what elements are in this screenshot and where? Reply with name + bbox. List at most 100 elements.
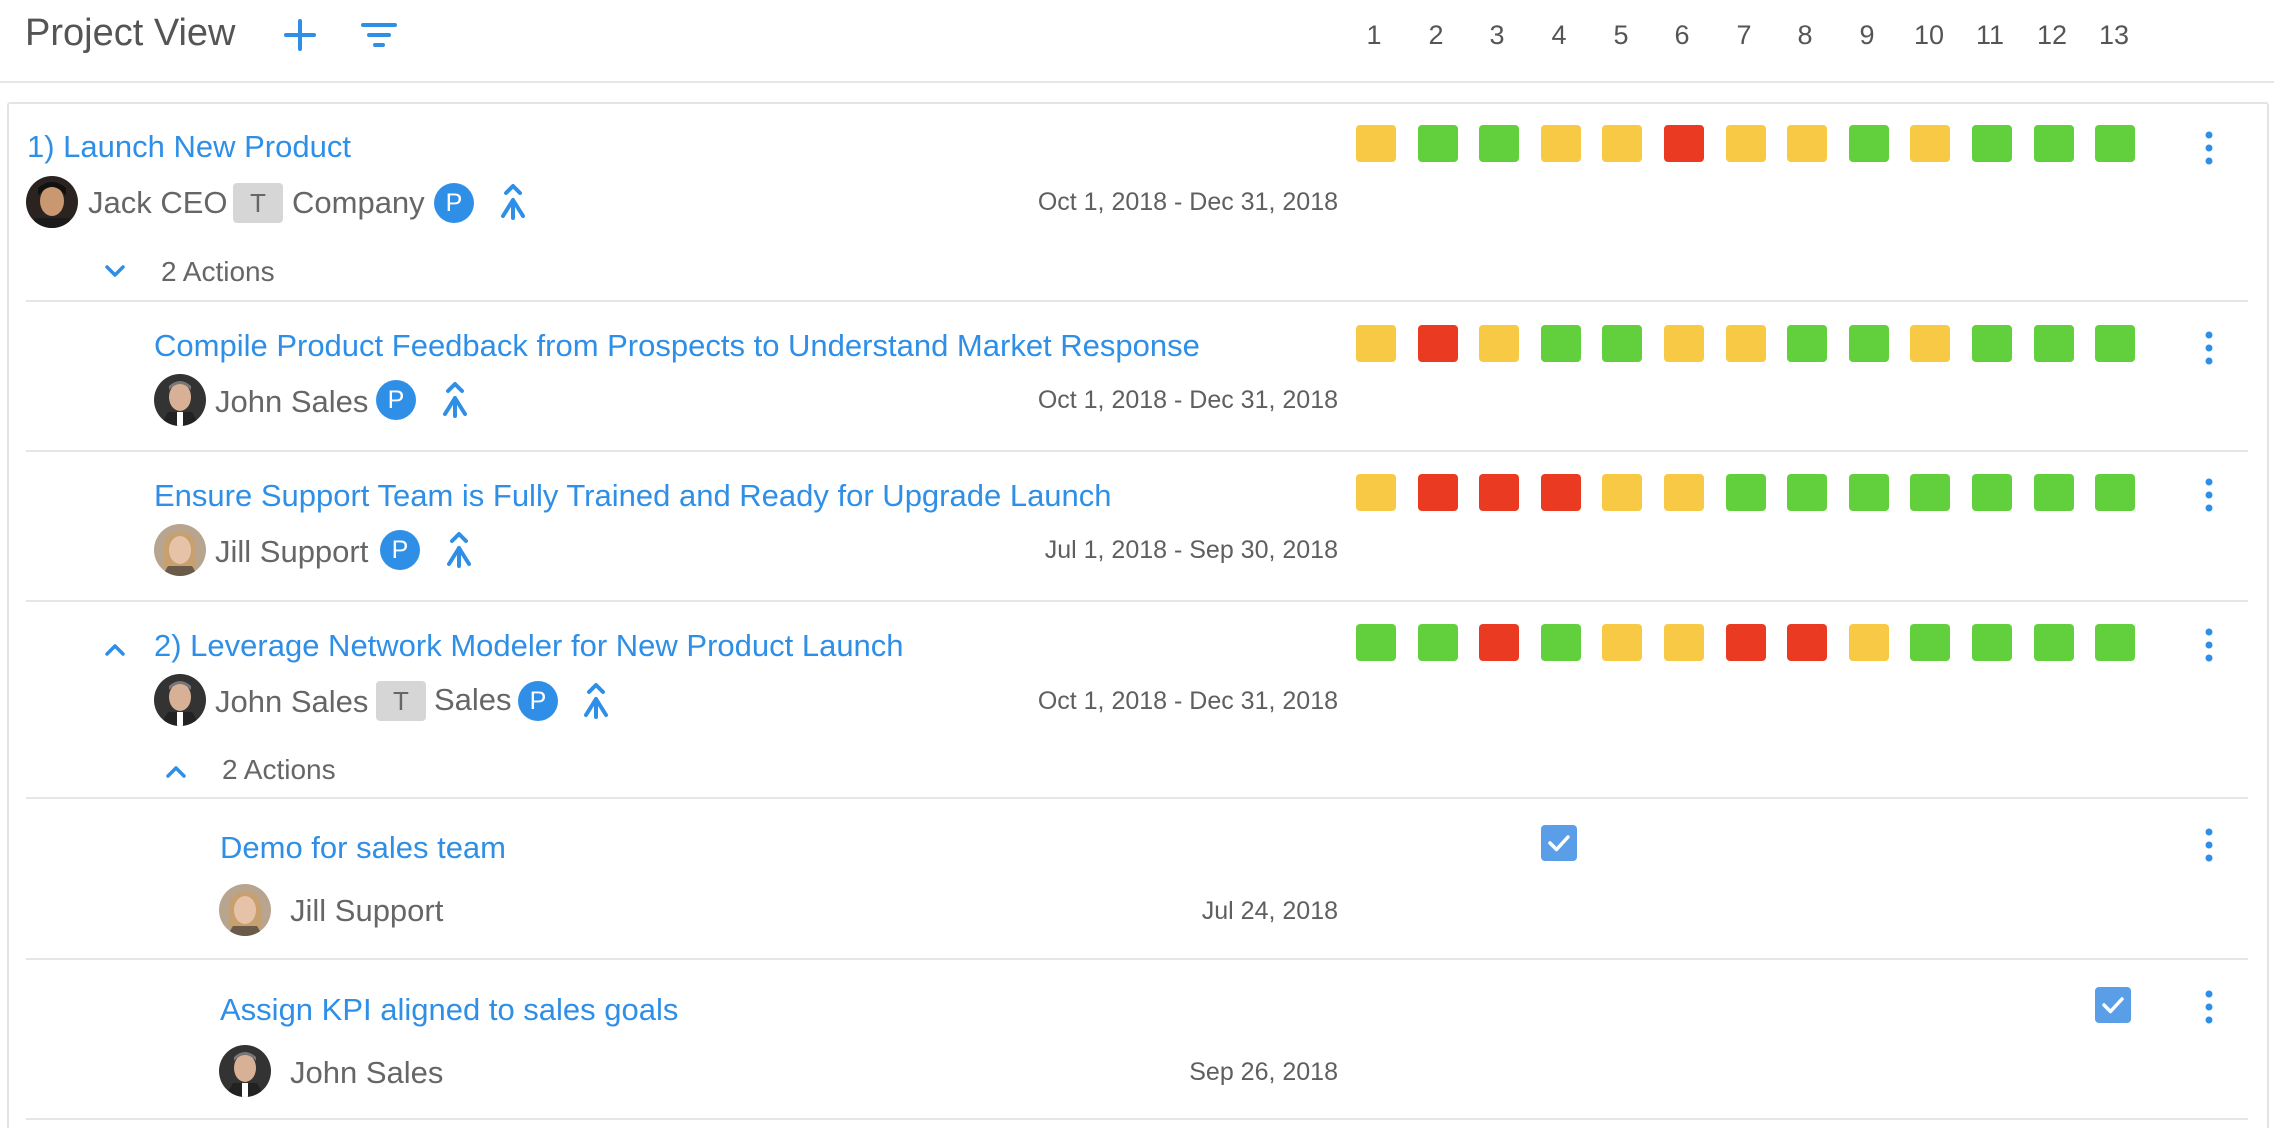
status-square[interactable] xyxy=(1910,325,1950,362)
team-name: Sales xyxy=(434,682,512,717)
top-bar: Project View 1 2 3 4 5 6 7 8 9 10 11 12 … xyxy=(0,0,2274,83)
status-square[interactable] xyxy=(2095,325,2135,362)
status-square[interactable] xyxy=(2034,624,2074,661)
owner-name: John Sales xyxy=(215,684,369,719)
divider xyxy=(26,300,2248,302)
status-square[interactable] xyxy=(1849,325,1889,362)
status-square[interactable] xyxy=(1541,325,1581,362)
status-square[interactable] xyxy=(1910,125,1950,162)
status-square[interactable] xyxy=(1972,325,2012,362)
avatar xyxy=(154,374,206,426)
add-icon[interactable] xyxy=(277,12,323,58)
filter-icon[interactable] xyxy=(356,12,402,58)
more-options-icon[interactable] xyxy=(2203,475,2215,515)
status-square[interactable] xyxy=(1541,125,1581,162)
project-title-link[interactable]: 1) Launch New Product xyxy=(27,129,351,165)
status-square[interactable] xyxy=(1479,125,1519,162)
action-title-link[interactable]: Ensure Support Team is Fully Trained and… xyxy=(154,478,1112,514)
checkbox-checked-icon[interactable] xyxy=(1541,825,1577,861)
week-number: 7 xyxy=(1736,20,1752,50)
merge-icon[interactable] xyxy=(442,530,476,570)
status-square[interactable] xyxy=(1602,624,1642,661)
status-square[interactable] xyxy=(1418,125,1458,162)
date-range: Oct 1, 2018 - Dec 31, 2018 xyxy=(1037,386,1338,414)
more-options-icon[interactable] xyxy=(2203,987,2215,1027)
status-square[interactable] xyxy=(1849,474,1889,511)
merge-icon[interactable] xyxy=(579,681,613,721)
status-square[interactable] xyxy=(2095,125,2135,162)
status-square[interactable] xyxy=(1479,474,1519,511)
status-square[interactable] xyxy=(2034,125,2074,162)
status-square[interactable] xyxy=(1787,325,1827,362)
status-square[interactable] xyxy=(1726,325,1766,362)
status-square[interactable] xyxy=(1787,474,1827,511)
status-square[interactable] xyxy=(1479,624,1519,661)
action-title-link[interactable]: Assign KPI aligned to sales goals xyxy=(220,992,678,1028)
status-square[interactable] xyxy=(1910,624,1950,661)
more-options-icon[interactable] xyxy=(2203,128,2215,168)
week-number: 3 xyxy=(1489,20,1505,50)
status-square[interactable] xyxy=(1664,624,1704,661)
status-square[interactable] xyxy=(1602,325,1642,362)
status-square[interactable] xyxy=(1726,125,1766,162)
status-square[interactable] xyxy=(1356,325,1396,362)
divider xyxy=(26,450,2248,452)
status-square[interactable] xyxy=(2095,624,2135,661)
week-number: 6 xyxy=(1674,20,1690,50)
status-square[interactable] xyxy=(1356,125,1396,162)
status-square[interactable] xyxy=(1602,474,1642,511)
status-square[interactable] xyxy=(1356,474,1396,511)
status-square[interactable] xyxy=(1972,474,2012,511)
status-square[interactable] xyxy=(1418,474,1458,511)
action-title-link[interactable]: Compile Product Feedback from Prospects … xyxy=(154,328,1200,364)
avatar xyxy=(154,524,206,576)
status-square[interactable] xyxy=(1418,325,1458,362)
merge-icon[interactable] xyxy=(496,182,530,222)
status-square[interactable] xyxy=(2034,325,2074,362)
status-square[interactable] xyxy=(1602,125,1642,162)
status-square[interactable] xyxy=(1849,624,1889,661)
avatar xyxy=(219,884,271,936)
status-square[interactable] xyxy=(1787,624,1827,661)
date-range: Jul 1, 2018 - Sep 30, 2018 xyxy=(1044,536,1338,564)
status-square[interactable] xyxy=(1356,624,1396,661)
status-square[interactable] xyxy=(1726,474,1766,511)
more-options-icon[interactable] xyxy=(2203,625,2215,665)
chevron-down-icon[interactable] xyxy=(100,256,130,286)
chevron-up-icon[interactable] xyxy=(100,635,130,665)
status-square[interactable] xyxy=(1972,125,2012,162)
chevron-up-icon[interactable] xyxy=(161,757,191,787)
status-square[interactable] xyxy=(1541,474,1581,511)
status-square[interactable] xyxy=(1479,325,1519,362)
divider xyxy=(26,600,2248,602)
owner-name: John Sales xyxy=(215,384,369,419)
status-square[interactable] xyxy=(2034,474,2074,511)
status-square[interactable] xyxy=(1849,125,1889,162)
status-square[interactable] xyxy=(1541,624,1581,661)
status-square[interactable] xyxy=(2095,474,2135,511)
divider xyxy=(26,797,2248,799)
week-number: 10 xyxy=(1913,20,1945,50)
more-options-icon[interactable] xyxy=(2203,328,2215,368)
actions-count[interactable]: 2 Actions xyxy=(161,256,275,288)
status-square[interactable] xyxy=(1418,624,1458,661)
owner-name: John Sales xyxy=(290,1055,444,1090)
priority-badge: P xyxy=(434,183,474,223)
status-square[interactable] xyxy=(1664,474,1704,511)
actions-count[interactable]: 2 Actions xyxy=(222,754,336,786)
merge-icon[interactable] xyxy=(438,380,472,420)
status-square[interactable] xyxy=(1664,325,1704,362)
date-range: Oct 1, 2018 - Dec 31, 2018 xyxy=(1037,687,1338,715)
action-title-link[interactable]: Demo for sales team xyxy=(220,830,506,866)
project-title-link[interactable]: 2) Leverage Network Modeler for New Prod… xyxy=(154,628,904,664)
avatar xyxy=(154,674,206,726)
status-square[interactable] xyxy=(1726,624,1766,661)
status-square[interactable] xyxy=(1664,125,1704,162)
status-square[interactable] xyxy=(1910,474,1950,511)
more-options-icon[interactable] xyxy=(2203,825,2215,865)
checkbox-checked-icon[interactable] xyxy=(2095,987,2131,1023)
status-square[interactable] xyxy=(1787,125,1827,162)
week-number: 12 xyxy=(2036,20,2068,50)
status-square[interactable] xyxy=(1972,624,2012,661)
week-number: 5 xyxy=(1613,20,1629,50)
